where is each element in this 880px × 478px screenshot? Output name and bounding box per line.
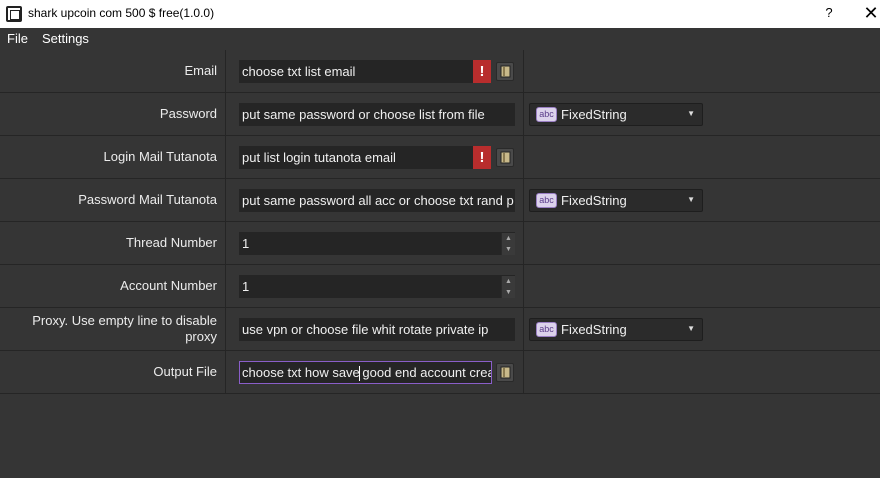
label-cell: Thread Number xyxy=(0,222,226,264)
row-account-number: Account Number 1 ▲ ▼ xyxy=(0,265,880,308)
output-file-text-before: choose txt how save xyxy=(242,365,360,380)
combo-value: FixedString xyxy=(561,322,627,337)
login-tutanota-input[interactable]: put list login tutanota email xyxy=(239,146,473,169)
row-thread-number: Thread Number 1 ▲ ▼ xyxy=(0,222,880,265)
email-browse-button[interactable] xyxy=(496,62,514,81)
app-icon xyxy=(6,6,22,22)
field-cell: 1 ▲ ▼ xyxy=(226,222,524,264)
field-cell: choose txt how save good end account cre… xyxy=(226,351,524,393)
field-cell: use vpn or choose file whit rotate priva… xyxy=(226,308,524,350)
menu-settings[interactable]: Settings xyxy=(35,28,96,49)
spin-up-icon[interactable]: ▲ xyxy=(501,276,515,287)
proxy-input[interactable]: use vpn or choose file whit rotate priva… xyxy=(239,318,515,341)
row-proxy: Proxy. Use empty line to disable proxy u… xyxy=(0,308,880,351)
spin-down-icon[interactable]: ▼ xyxy=(501,287,515,298)
password-type-combo[interactable]: abc FixedString ▼ xyxy=(529,103,703,126)
label-cell: Password xyxy=(0,93,226,135)
output-file-label: Output File xyxy=(153,364,217,379)
field-cell: put same password or choose list from fi… xyxy=(226,93,524,135)
password-tutanota-input[interactable]: put same password all acc or choose txt … xyxy=(239,189,515,212)
row-password: Password put same password or choose lis… xyxy=(0,93,880,136)
proxy-label: Proxy. Use empty line to disable proxy xyxy=(32,313,217,344)
account-number-spinbox[interactable]: 1 xyxy=(239,275,515,298)
window-title: shark upcoin com 500 $ free(1.0.0) xyxy=(28,6,215,20)
folder-icon xyxy=(500,151,511,164)
menu-bar: File Settings xyxy=(0,28,880,49)
label-cell: Proxy. Use empty line to disable proxy xyxy=(0,308,226,350)
label-cell: Password Mail Tutanota xyxy=(0,179,226,221)
output-file-input[interactable]: choose txt how save good end account cre… xyxy=(239,361,492,384)
label-cell: Email xyxy=(0,50,226,92)
password-tutanota-type-combo[interactable]: abc FixedString ▼ xyxy=(529,189,703,212)
close-button[interactable]: ✕ xyxy=(859,4,880,24)
password-label: Password xyxy=(159,106,217,121)
row-login-tutanota: Login Mail Tutanota put list login tutan… xyxy=(0,136,880,179)
output-file-browse-button[interactable] xyxy=(496,363,514,382)
abc-icon: abc xyxy=(536,322,557,337)
proxy-type-combo[interactable]: abc FixedString ▼ xyxy=(529,318,703,341)
email-input[interactable]: choose txt list email xyxy=(239,60,473,83)
chevron-down-icon: ▼ xyxy=(687,195,695,204)
row-output-file: Output File choose txt how save good end… xyxy=(0,351,880,394)
row-email: Email choose txt list email ! xyxy=(0,50,880,93)
abc-icon: abc xyxy=(536,193,557,208)
account-number-label: Account Number xyxy=(120,278,217,293)
abc-icon: abc xyxy=(536,107,557,122)
title-bar: shark upcoin com 500 $ free(1.0.0) ? ✕ xyxy=(0,0,880,28)
chevron-down-icon: ▼ xyxy=(687,324,695,333)
login-tutanota-label: Login Mail Tutanota xyxy=(103,149,217,164)
combo-value: FixedString xyxy=(561,107,627,122)
field-cell: 1 ▲ ▼ xyxy=(226,265,524,307)
field-cell: put list login tutanota email ! xyxy=(226,136,524,178)
password-input[interactable]: put same password or choose list from fi… xyxy=(239,103,515,126)
thread-number-label: Thread Number xyxy=(125,235,217,250)
thread-number-spinbox[interactable]: 1 xyxy=(239,232,515,255)
spin-down-icon[interactable]: ▼ xyxy=(501,244,515,255)
label-cell: Output File xyxy=(0,351,226,393)
password-tutanota-label: Password Mail Tutanota xyxy=(78,192,217,207)
field-cell: put same password all acc or choose txt … xyxy=(226,179,524,221)
folder-icon xyxy=(500,65,511,78)
folder-icon xyxy=(500,366,511,379)
login-tutanota-browse-button[interactable] xyxy=(496,148,514,167)
warning-icon: ! xyxy=(473,60,491,83)
label-cell: Login Mail Tutanota xyxy=(0,136,226,178)
email-label: Email xyxy=(184,63,217,78)
help-button[interactable]: ? xyxy=(814,4,844,24)
output-file-text-after: good end account crea xyxy=(358,365,492,380)
spin-up-icon[interactable]: ▲ xyxy=(501,233,515,244)
combo-value: FixedString xyxy=(561,193,627,208)
chevron-down-icon: ▼ xyxy=(687,109,695,118)
warning-icon: ! xyxy=(473,146,491,169)
field-cell: choose txt list email ! xyxy=(226,50,524,92)
row-password-tutanota: Password Mail Tutanota put same password… xyxy=(0,179,880,222)
menu-file[interactable]: File xyxy=(0,28,35,49)
label-cell: Account Number xyxy=(0,265,226,307)
